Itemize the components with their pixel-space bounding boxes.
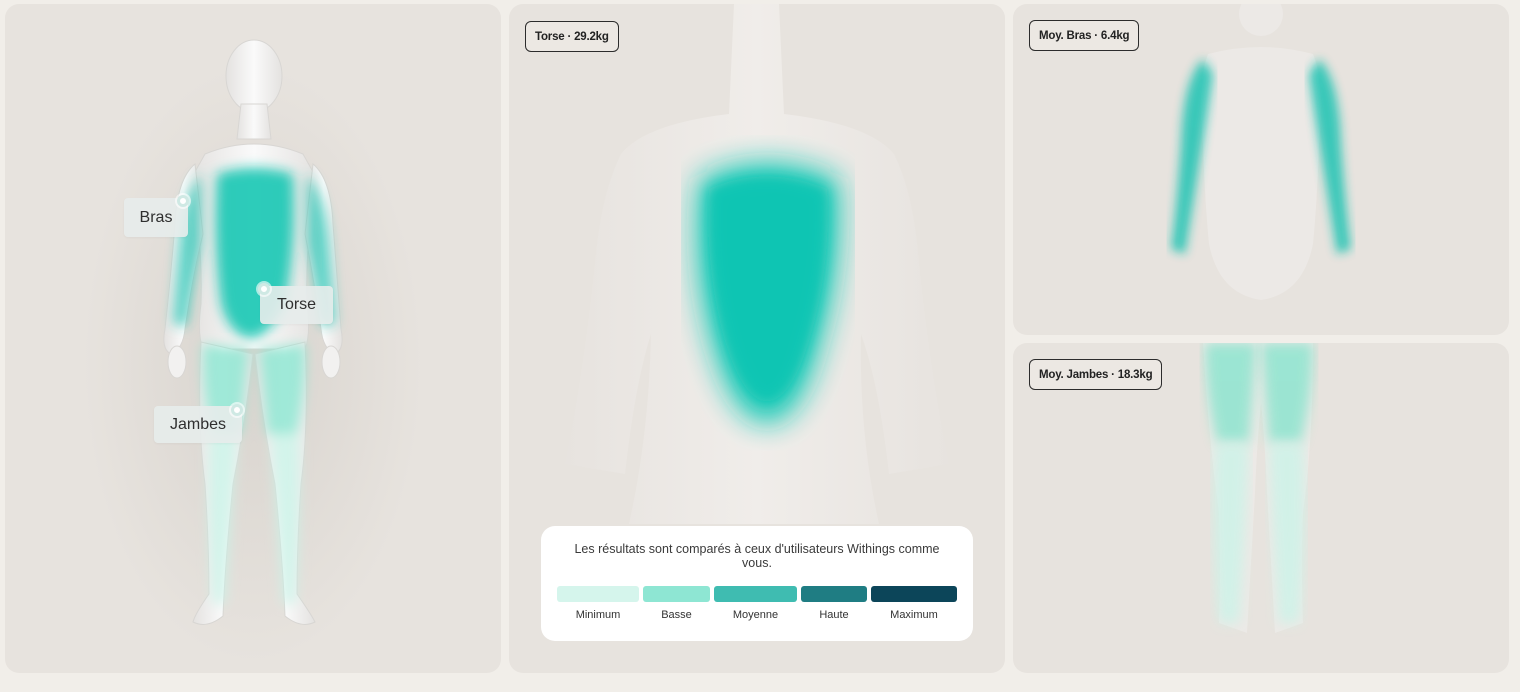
legend-description: Les résultats sont comparés à ceux d'uti… <box>574 542 940 570</box>
arms-marker-dot[interactable] <box>177 195 189 207</box>
legend-color-scale <box>557 586 957 602</box>
torso-marker-dot[interactable] <box>258 283 270 295</box>
label-legs-text: Jambes <box>169 415 227 433</box>
legend-labels: Minimum Basse Moyenne Haute Maximum <box>557 609 957 621</box>
torso-mass-chip: Torse · 29.2kg <box>525 21 619 52</box>
legend-label-maximum: Maximum <box>890 609 938 621</box>
legs-mass-chip-text: Moy. Jambes · 18.3kg <box>1039 368 1153 381</box>
torso-detail-panel: Torse · 29.2kg Les résultats sont compar… <box>509 4 1005 673</box>
label-legs[interactable]: Jambes <box>154 406 242 443</box>
arms-detail-panel: Moy. Bras · 6.4kg <box>1013 4 1509 335</box>
legend-card: Les résultats sont comparés à ceux d'uti… <box>541 526 973 641</box>
legend-label-haute: Haute <box>819 609 849 621</box>
legend-bar-maximum <box>871 586 957 602</box>
legs-figure-illustration <box>1203 343 1313 633</box>
body-figure-illustration <box>83 39 423 664</box>
label-torso[interactable]: Torse <box>260 286 333 324</box>
legend-bar-moyenne <box>714 586 797 602</box>
legend-label-minimum: Minimum <box>575 609 621 621</box>
legend-bar-minimum <box>557 586 639 602</box>
legend-bar-basse <box>643 586 710 602</box>
arms-mass-chip: Moy. Bras · 6.4kg <box>1029 20 1140 51</box>
legs-marker-dot[interactable] <box>231 404 243 416</box>
body-overview-panel: Bras Torse Jambes <box>5 4 501 673</box>
legs-detail-panel: Moy. Jambes · 18.3kg <box>1013 343 1509 673</box>
label-torso-text: Torse <box>276 296 317 313</box>
legend-label-moyenne: Moyenne <box>732 609 779 621</box>
legs-mass-chip: Moy. Jambes · 18.3kg <box>1029 359 1163 390</box>
legend-bar-haute <box>801 586 867 602</box>
arms-figure-illustration <box>1171 4 1351 300</box>
torso-mass-chip-text: Torse · 29.2kg <box>535 30 609 43</box>
label-arms-text: Bras <box>139 208 173 226</box>
arms-mass-chip-text: Moy. Bras · 6.4kg <box>1039 29 1130 42</box>
legend-label-basse: Basse <box>661 609 692 621</box>
